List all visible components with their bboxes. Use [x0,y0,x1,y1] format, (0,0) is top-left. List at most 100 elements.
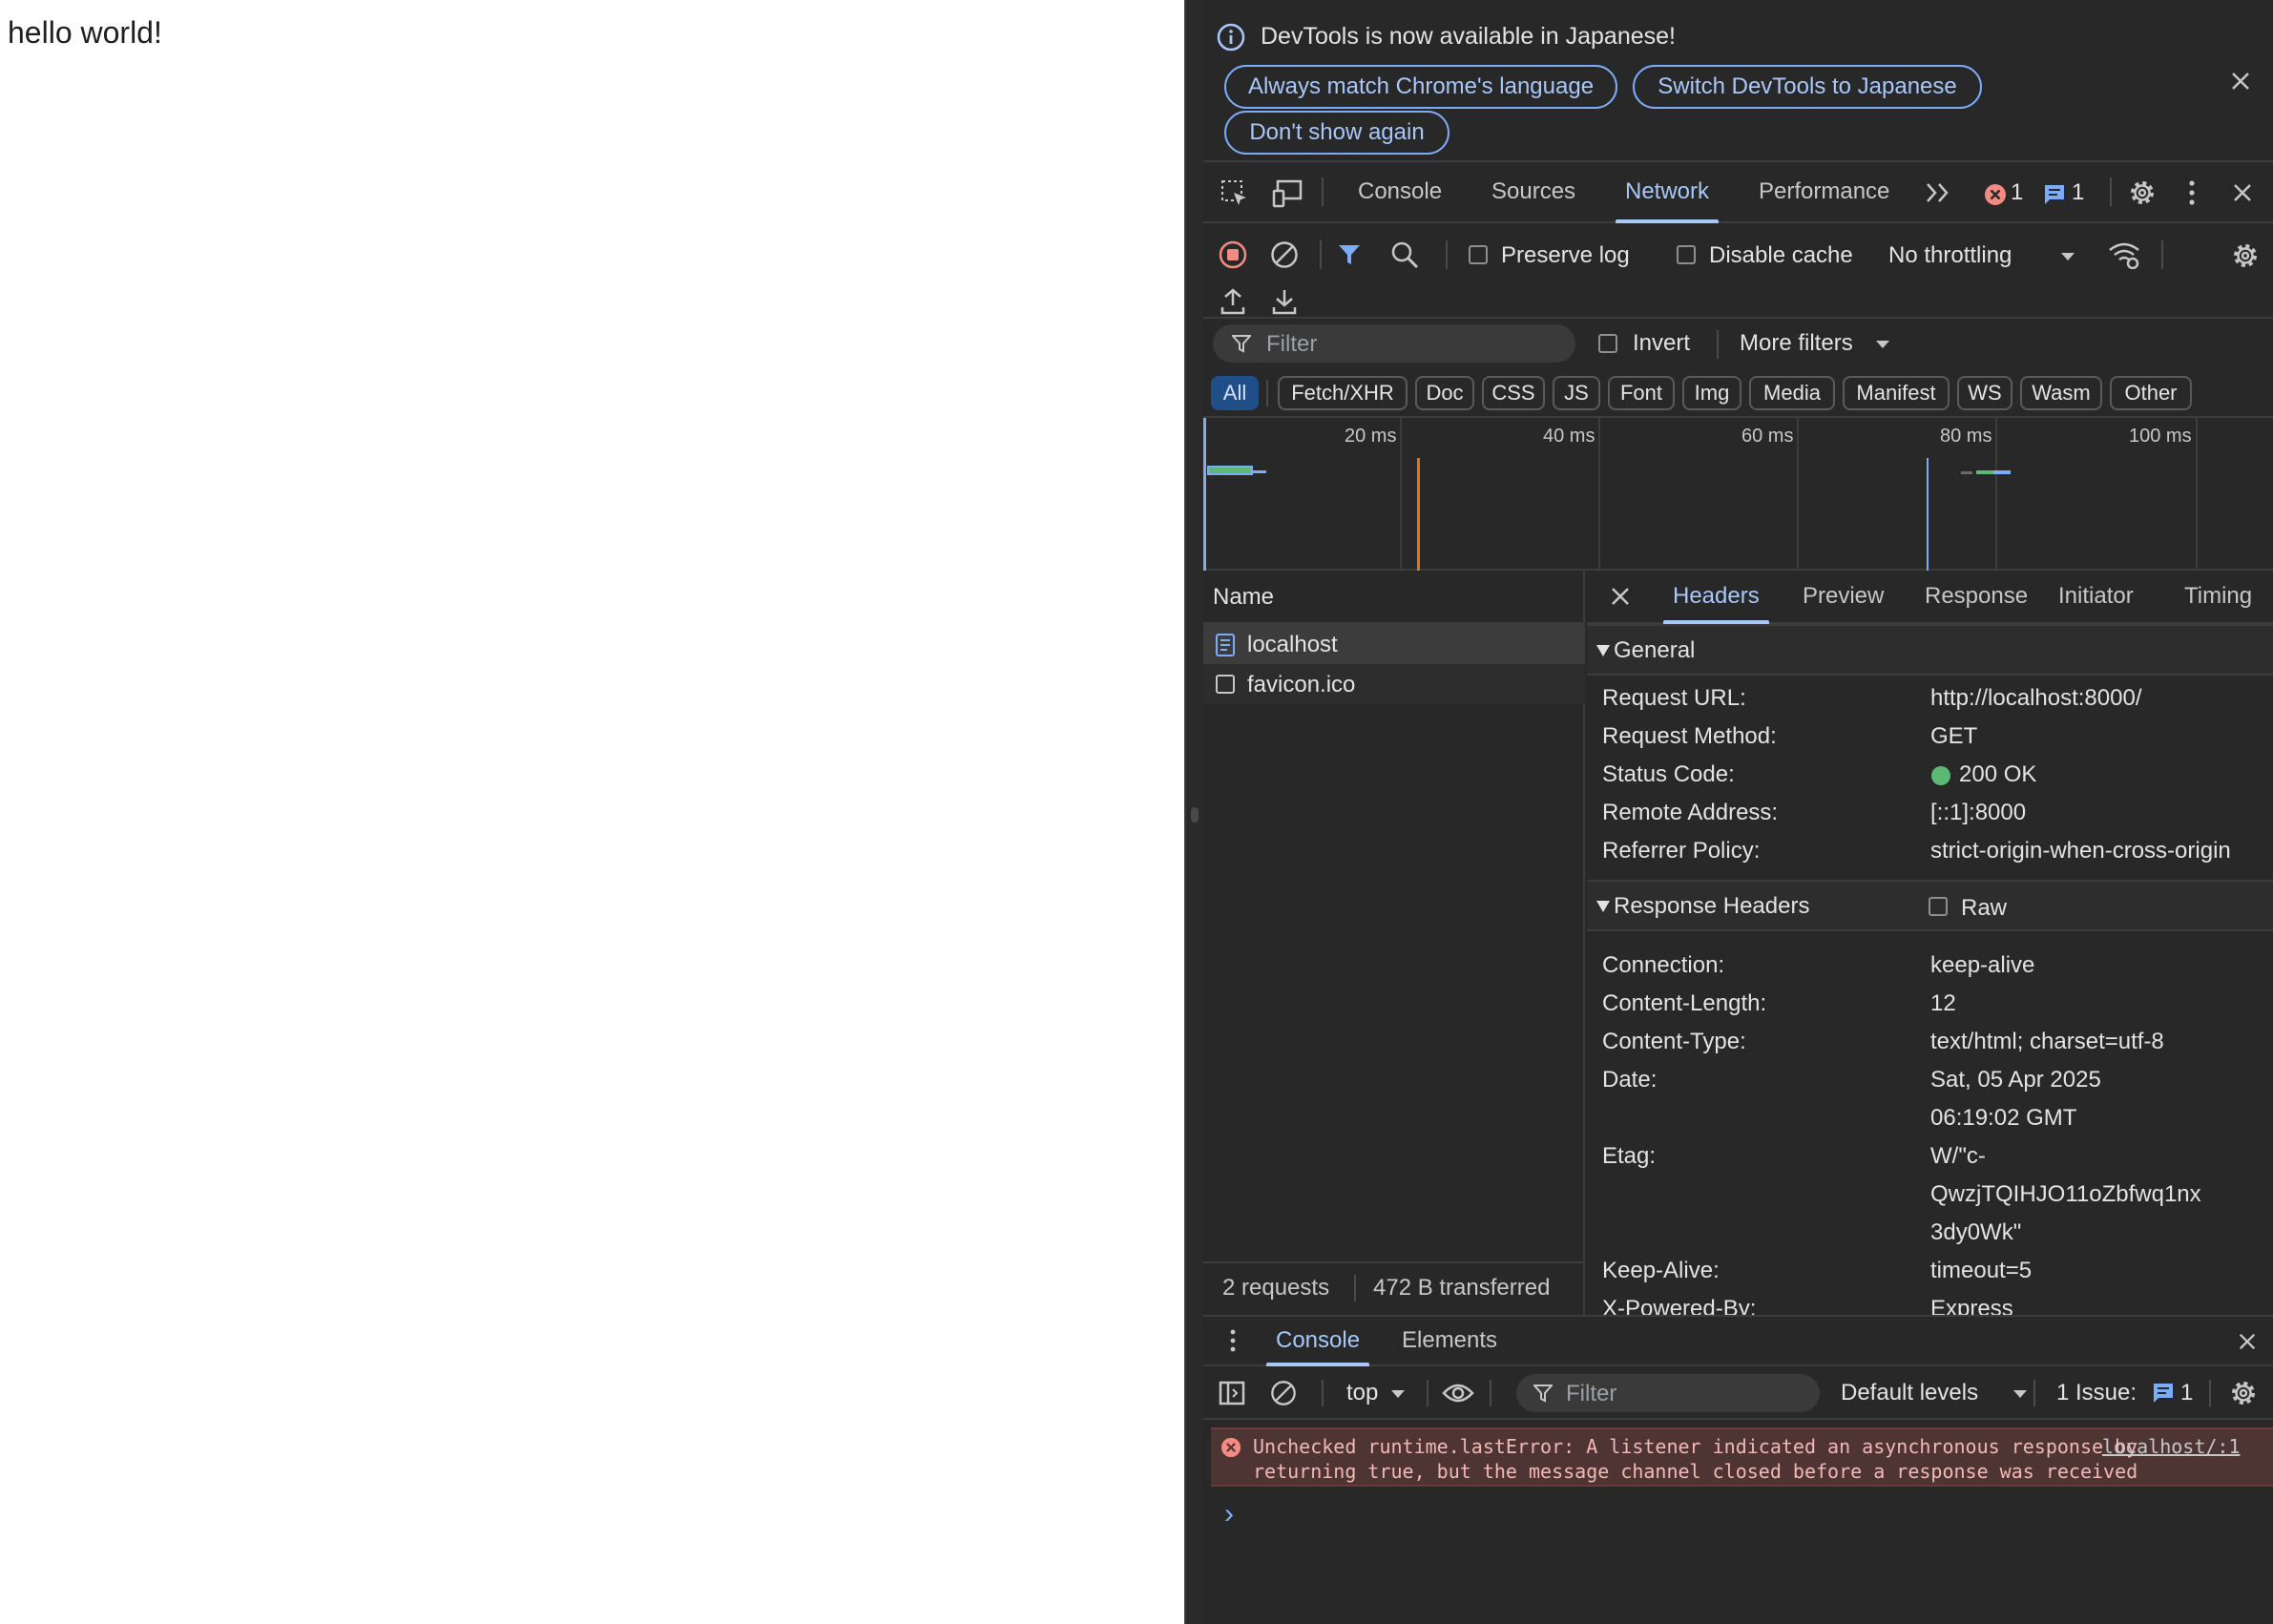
issues-label[interactable]: 1 Issue: [2056,1380,2137,1406]
throttling-select[interactable]: No throttling [1888,242,2012,269]
download-icon[interactable] [1272,288,1297,315]
type-filter-js[interactable]: JS [1553,376,1600,410]
overview-dcl-marker [1417,458,1420,571]
kebab-menu-icon[interactable] [2186,179,2198,206]
header-value: timeout=5 [1930,1258,2033,1283]
match-language-button[interactable]: Always match Chrome's language [1224,65,1617,109]
raw-label[interactable]: Raw [1961,895,2007,922]
file-icon [1215,674,1236,695]
type-filter-css[interactable]: CSS [1482,376,1545,410]
invert-checkbox[interactable] [1598,334,1617,353]
network-overview[interactable]: 20 ms 40 ms 60 ms 80 ms 100 ms [1203,418,2273,571]
error-icon[interactable] [1984,183,2007,206]
device-toolbar-icon[interactable] [1272,179,1303,208]
context-selector[interactable]: top [1346,1380,1378,1406]
request-details: Headers Preview Response Initiator Timin… [1587,571,2273,1315]
request-name[interactable]: localhost [1247,632,1338,658]
issues-count[interactable]: 1 [2180,1380,2193,1406]
console-filter-input[interactable]: Filter [1516,1374,1820,1412]
chevron-down-icon[interactable] [2012,1389,2028,1399]
tab-sources[interactable]: Sources [1491,162,1575,221]
type-filter-font[interactable]: Font [1608,376,1675,410]
general-section-header[interactable]: General [1587,624,2273,676]
clear-icon[interactable] [1270,1380,1297,1406]
record-icon[interactable] [1219,240,1247,269]
more-filters-button[interactable]: More filters [1740,330,1853,357]
tab-preview[interactable]: Preview [1803,571,1884,622]
type-filter-manifest[interactable]: Manifest [1843,376,1950,410]
type-filter-fetch-xhr[interactable]: Fetch/XHR [1278,376,1408,410]
overview-request-bar [1961,471,1972,474]
console-prompt[interactable]: › [1224,1498,1234,1530]
search-icon[interactable] [1390,240,1419,269]
overview-request-bar [1976,470,1993,474]
dont-show-again-button[interactable]: Don't show again [1224,111,1449,155]
tab-timing[interactable]: Timing [2184,571,2252,622]
disable-cache-label[interactable]: Disable cache [1709,242,1853,269]
overview-gridline [2196,418,2198,571]
invert-label[interactable]: Invert [1633,330,1690,357]
type-filter-all[interactable]: All [1211,376,1259,410]
type-filter-ws[interactable]: WS [1957,376,2012,410]
settings-icon[interactable] [2127,177,2158,208]
message-count[interactable]: 1 [2072,179,2084,206]
devtools-splitter[interactable] [1184,0,1203,1624]
more-tabs-icon[interactable] [1925,181,1951,204]
clear-icon[interactable] [1270,240,1299,269]
close-icon[interactable] [2238,1332,2257,1351]
filter-input[interactable]: Filter [1213,324,1575,363]
tab-headers[interactable]: Headers [1663,571,1769,624]
tab-response[interactable]: Response [1925,571,2028,622]
tab-network[interactable]: Network [1615,162,1720,223]
console-drawer: Console Elements top Filter Default leve… [1203,1315,2273,1624]
overview-tick-label: 60 ms [1741,426,1794,447]
message-icon[interactable] [2043,183,2066,206]
type-filter-media[interactable]: Media [1749,376,1835,410]
disable-cache-checkbox[interactable] [1677,245,1696,264]
close-icon[interactable] [2232,182,2253,203]
element-picker-icon[interactable] [1220,179,1249,208]
preserve-log-label[interactable]: Preserve log [1501,242,1630,269]
switch-japanese-button[interactable]: Switch DevTools to Japanese [1633,65,1982,109]
chevron-down-icon[interactable] [1390,1389,1406,1399]
error-source-link[interactable]: localhost/:1 [2102,1435,2241,1458]
raw-checkbox[interactable] [1929,897,1948,916]
request-row[interactable]: favicon.ico [1203,664,1585,704]
header-value: Sat, 05 Apr 2025 [1930,1067,2101,1093]
filter-icon[interactable] [1337,242,1362,267]
type-filter-img[interactable]: Img [1682,376,1741,410]
type-filter-wasm[interactable]: Wasm [2020,376,2102,410]
filter-icon [1232,334,1251,353]
eye-icon[interactable] [1442,1382,1474,1405]
request-name[interactable]: favicon.ico [1247,672,1355,698]
message-icon[interactable] [2152,1382,2175,1405]
preserve-log-checkbox[interactable] [1469,245,1488,264]
overview-window-left-handle[interactable] [1203,418,1206,571]
splitter-grip[interactable] [1191,807,1199,822]
response-headers-section-header[interactable]: Response Headers Raw [1587,880,2273,931]
settings-icon[interactable] [2230,240,2261,271]
wifi-settings-icon[interactable] [2108,240,2140,269]
name-column-header[interactable]: Name [1213,584,1274,611]
error-count[interactable]: 1 [2011,179,2023,206]
infobar-message: DevTools is now available in Japanese! [1261,23,1676,50]
header-value: W/"c- [1930,1143,1986,1169]
drawer-tab-console[interactable]: Console [1265,1317,1370,1366]
header-value: text/html; charset=utf-8 [1930,1029,2164,1054]
tab-performance[interactable]: Performance [1759,162,1889,221]
sidebar-toggle-icon[interactable] [1219,1380,1245,1406]
settings-icon[interactable] [2228,1378,2259,1408]
close-icon[interactable] [1610,586,1631,607]
request-row[interactable]: localhost [1203,624,1585,664]
chevron-down-icon[interactable] [2060,252,2075,261]
log-levels-select[interactable]: Default levels [1841,1380,1978,1406]
close-icon[interactable] [2230,71,2251,92]
tab-initiator[interactable]: Initiator [2058,571,2134,622]
type-filter-other[interactable]: Other [2110,376,2192,410]
type-filter-doc[interactable]: Doc [1415,376,1474,410]
chevron-down-icon[interactable] [1875,340,1890,349]
upload-icon[interactable] [1220,288,1245,315]
tab-console[interactable]: Console [1358,162,1442,221]
kebab-menu-icon[interactable] [1228,1328,1238,1353]
drawer-tab-elements[interactable]: Elements [1402,1317,1497,1364]
